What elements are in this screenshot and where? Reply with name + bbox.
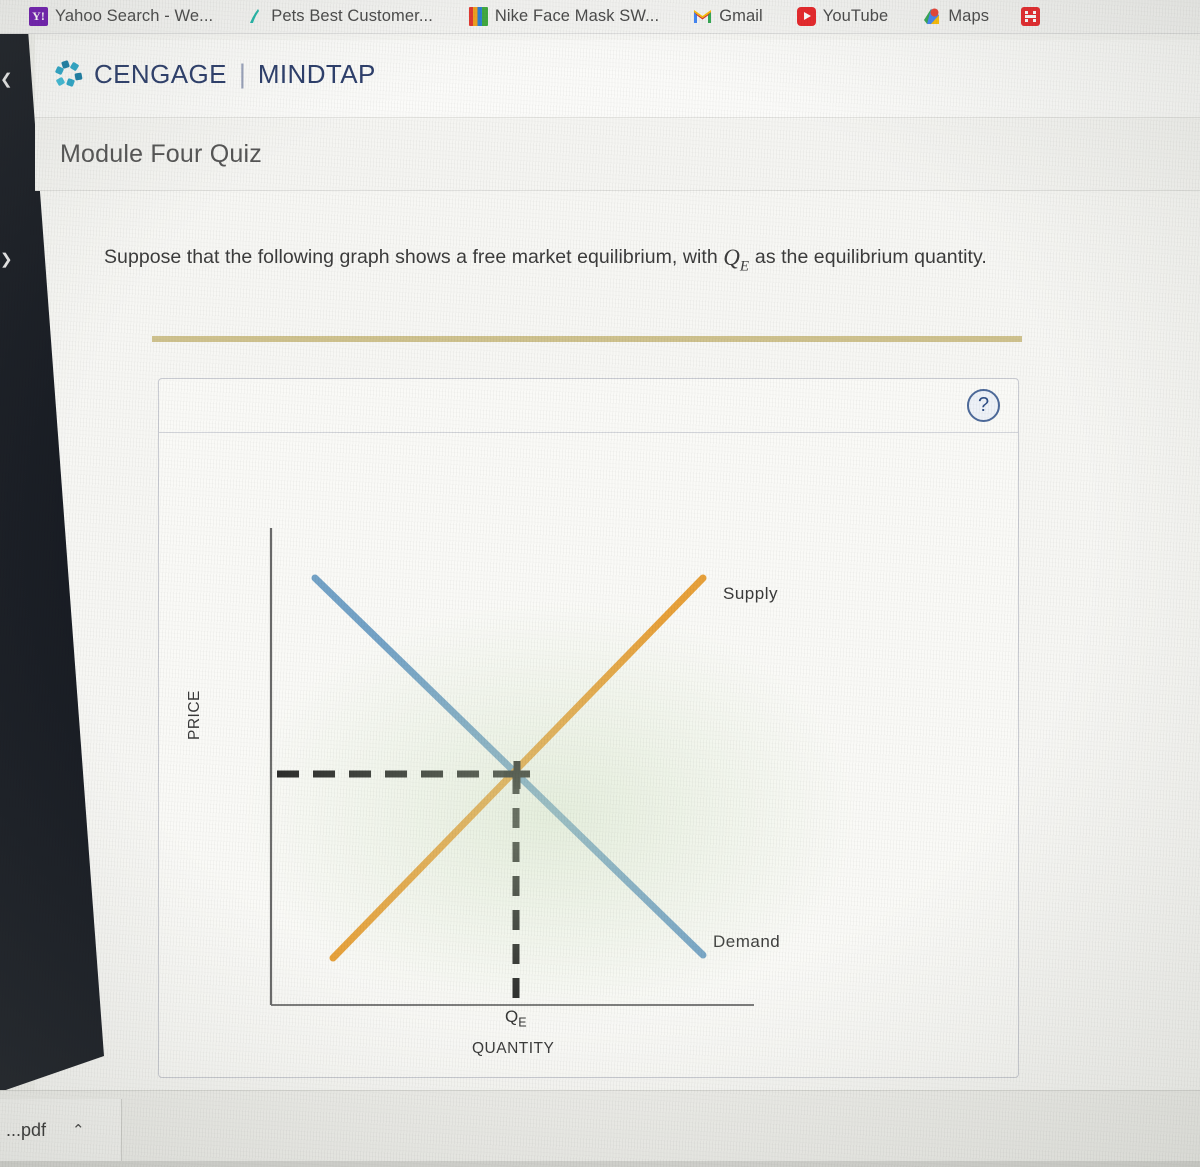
bookmarks-bar: Y! Yahoo Search - We... Pets Best Custom… (0, 0, 1200, 34)
bookmark-nike[interactable]: Nike Face Mask SW... (458, 2, 670, 32)
downloads-bar: ...pdf ⌃ (0, 1090, 1200, 1167)
chevron-down-icon[interactable]: ❯ (0, 250, 13, 268)
x-axis-label: QUANTITY (472, 1040, 555, 1057)
page-title: Module Four Quiz (60, 140, 262, 168)
bookmark-label: Pets Best Customer... (271, 7, 433, 25)
equilibrium-quantity-symbol: QE (723, 245, 750, 275)
maps-icon (922, 7, 941, 26)
section-divider-rule (152, 336, 1022, 342)
bookmark-youtube[interactable]: YouTube (786, 2, 900, 32)
bookmark-apps[interactable] (1010, 2, 1051, 32)
demand-curve-label: Demand (713, 932, 781, 951)
graph-card-header (159, 379, 1018, 433)
chevron-left-icon[interactable]: ❮ (0, 70, 13, 88)
bookmark-gmail[interactable]: Gmail (682, 2, 774, 32)
cengage-logomark-icon (54, 59, 85, 90)
bookmark-maps[interactable]: Maps (911, 2, 1000, 32)
prompt-text-after: as the equilibrium quantity. (754, 246, 987, 268)
download-file-name: ...pdf (6, 1119, 47, 1140)
cengage-mindtap-logo[interactable]: CENGAGE | MINDTAP (54, 59, 376, 90)
screen-surface: Y! Yahoo Search - We... Pets Best Custom… (0, 0, 1200, 1167)
bookmark-label: Yahoo Search - We... (55, 7, 214, 25)
bookmark-yahoo[interactable]: Y! Yahoo Search - We... (18, 2, 224, 32)
prompt-text-before: Suppose that the following graph shows a… (104, 246, 718, 268)
apps-grid-icon (1021, 7, 1041, 26)
bookmark-label: YouTube (822, 7, 889, 25)
gmail-icon (693, 7, 712, 26)
bookmark-pets-best[interactable]: Pets Best Customer... (234, 2, 444, 32)
y-axis-label: PRICE (186, 690, 203, 740)
brand-name: CENGAGE (94, 59, 227, 89)
equilibrium-quantity-tick-label: QE (505, 1007, 527, 1030)
youtube-icon (796, 7, 816, 26)
chevron-up-icon[interactable]: ⌃ (72, 1121, 85, 1139)
help-icon[interactable]: ? (967, 389, 1000, 422)
bookmark-label: Gmail (719, 7, 763, 25)
screen-bezel (0, 1161, 1200, 1167)
yahoo-icon: Y! (29, 7, 48, 26)
supply-curve-label: Supply (723, 584, 778, 603)
supply-demand-graph (158, 430, 1019, 1070)
brand-divider: | (238, 59, 246, 89)
brand-product: MINDTAP (257, 59, 376, 89)
bookmark-label: Nike Face Mask SW... (494, 7, 660, 25)
nike-icon (468, 7, 488, 26)
download-item[interactable]: ...pdf ⌃ (0, 1099, 122, 1161)
question-prompt: Suppose that the following graph shows a… (104, 243, 1144, 275)
bookmark-label: Maps (948, 7, 990, 25)
pets-icon (245, 7, 264, 26)
